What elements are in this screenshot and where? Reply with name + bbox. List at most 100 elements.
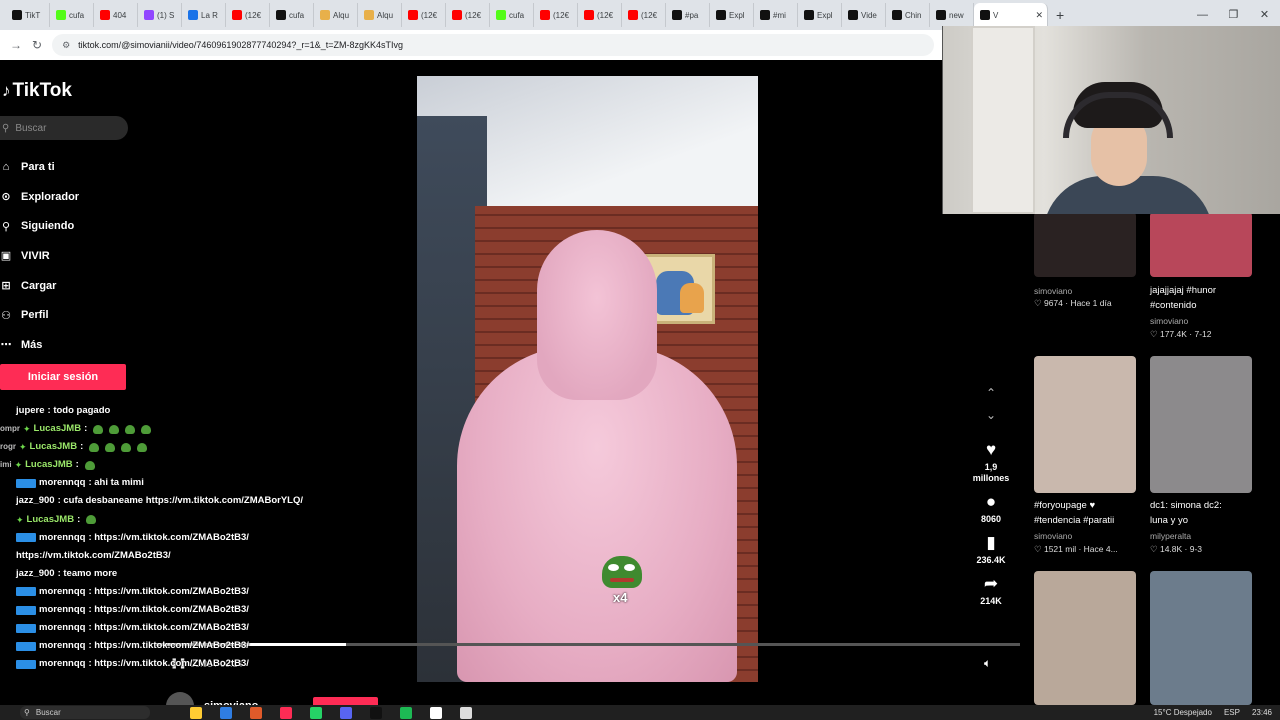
- related-videos-grid: simoviano ♡ 9674 · Hace 1 día jajajjajaj #…: [1020, 212, 1280, 705]
- chat-username[interactable]: morennqq: [39, 583, 85, 601]
- tab-17[interactable]: #mi: [754, 3, 798, 27]
- tab-12[interactable]: (12€: [534, 3, 578, 27]
- video-thumbnail-r1-1[interactable]: [1150, 212, 1252, 277]
- taskbar-app-icon[interactable]: [190, 706, 202, 719]
- tab-20[interactable]: Chin: [886, 3, 930, 27]
- taskbar-app-icon[interactable]: [220, 706, 232, 719]
- video-caption[interactable]: #foryoupage ♥ #tendencia #paratii: [1034, 498, 1114, 528]
- tab-11[interactable]: cufa: [490, 3, 534, 27]
- chat-text: : https://vm.tiktok.com/ZMABo2tB3/: [88, 640, 249, 652]
- forward-arrow-icon[interactable]: →: [10, 38, 22, 52]
- tab-active[interactable]: V ✕: [974, 3, 1048, 27]
- chat-text: : cufa desbaneame https://vm.tiktok.com/…: [57, 495, 304, 507]
- taskbar-app-icon[interactable]: [370, 706, 382, 719]
- tab-16[interactable]: Expl: [710, 3, 754, 27]
- tab-5[interactable]: (12€: [226, 3, 270, 27]
- tab-19[interactable]: Vide: [842, 3, 886, 27]
- taskbar-app-icon[interactable]: [310, 706, 322, 719]
- video-player[interactable]: x4: [417, 76, 758, 682]
- tab-favicon-icon: [760, 10, 770, 20]
- sidebar-item-siguiendo[interactable]: ⚲ Siguiendo: [0, 211, 79, 241]
- tab-favicon-icon: [188, 10, 198, 20]
- video-thumbnail-r1-0[interactable]: [1034, 212, 1136, 277]
- sidebar-item-explorador[interactable]: ⊙ Explorador: [0, 182, 79, 212]
- video-author: simoviano: [1150, 316, 1189, 326]
- tab-7[interactable]: Alqu: [314, 3, 358, 27]
- heart-icon[interactable]: ♥: [986, 440, 996, 460]
- chat-username[interactable]: jazz_900: [16, 492, 55, 510]
- like-action[interactable]: ♥ 1,9 millones: [973, 440, 1010, 484]
- tab-0[interactable]: TikT: [6, 3, 50, 27]
- save-action[interactable]: ▮ 236.4K: [976, 533, 1005, 566]
- taskbar-search[interactable]: ⚲ Buscar: [20, 706, 150, 719]
- tab-10[interactable]: (12€: [446, 3, 490, 27]
- chat-username[interactable]: morennqq: [39, 474, 85, 492]
- chat-username[interactable]: morennqq: [39, 601, 85, 619]
- chat-username[interactable]: LucasJMB: [27, 511, 75, 529]
- chat-username[interactable]: jupere: [16, 402, 45, 420]
- tab-3[interactable]: (1) S: [138, 3, 182, 27]
- language-indicator[interactable]: ESP: [1224, 708, 1240, 717]
- chat-username[interactable]: morennqq: [39, 529, 85, 547]
- share-icon[interactable]: ➦: [984, 574, 998, 594]
- url-field[interactable]: ⚙ tiktok.com/@simovianii/video/746096190…: [52, 34, 934, 56]
- tab-9[interactable]: (12€: [402, 3, 446, 27]
- tab-label: (12€: [641, 10, 658, 20]
- weather-text[interactable]: 15°C Despejado: [1154, 708, 1212, 717]
- reload-icon[interactable]: ↻: [32, 38, 42, 52]
- tab-label: new: [949, 10, 964, 20]
- comment-icon[interactable]: ●: [986, 492, 996, 512]
- tab-1[interactable]: cufa: [50, 3, 94, 27]
- sidebar-item-perfil[interactable]: ⚇ Perfil: [0, 300, 79, 330]
- video-thumbnail-r3-0[interactable]: [1034, 571, 1136, 705]
- chat-username[interactable]: morennqq: [39, 655, 85, 673]
- share-action[interactable]: ➦ 214K: [980, 574, 1002, 607]
- tab-4[interactable]: La R: [182, 3, 226, 27]
- taskbar-app-icon[interactable]: [400, 706, 412, 719]
- chat-badge-icon: [16, 641, 36, 651]
- tab-8[interactable]: Alqu: [358, 3, 402, 27]
- tab-label: Chin: [905, 10, 922, 20]
- site-info-icon[interactable]: ⚙: [62, 40, 70, 51]
- taskbar-app-icon[interactable]: [280, 706, 292, 719]
- taskbar-app-icon[interactable]: [250, 706, 262, 719]
- video-caption[interactable]: jajajjajaj #hunor #contenido: [1150, 283, 1216, 313]
- bookmark-icon[interactable]: ▮: [986, 533, 995, 553]
- chat-username[interactable]: LucasJMB: [25, 456, 73, 474]
- tab-14[interactable]: (12€: [622, 3, 666, 27]
- tab-6[interactable]: cufa: [270, 3, 314, 27]
- video-caption[interactable]: dc1: simona dc2: luna y yo: [1150, 498, 1222, 528]
- tab-2[interactable]: 404: [94, 3, 138, 27]
- new-tab-button[interactable]: +: [1056, 7, 1064, 23]
- login-button[interactable]: Iniciar sesión: [0, 364, 126, 390]
- tab-15[interactable]: #pa: [666, 3, 710, 27]
- chevron-down-icon[interactable]: ⌄: [986, 408, 996, 422]
- chat-username[interactable]: morennqq: [39, 637, 85, 655]
- taskbar-app-icon[interactable]: [460, 706, 472, 719]
- volume-icon[interactable]: 🔈︎: [984, 656, 991, 671]
- search-input[interactable]: ⚲ Buscar: [0, 116, 128, 140]
- tab-21[interactable]: new: [930, 3, 974, 27]
- tab-close-icon[interactable]: ✕: [1035, 10, 1043, 21]
- comment-action[interactable]: ● 8060: [981, 492, 1001, 525]
- sidebar-item-vivir[interactable]: ▣ VIVIR: [0, 241, 79, 271]
- chat-username[interactable]: jazz_900: [16, 565, 55, 583]
- sidebar-item-más[interactable]: ⋯ Más: [0, 330, 79, 360]
- clock[interactable]: 23:46: [1252, 708, 1272, 717]
- taskbar-app-icon[interactable]: [340, 706, 352, 719]
- tiktok-logo[interactable]: ♪ TikTok: [2, 80, 72, 102]
- sidebar-item-para-ti[interactable]: ⌂ Para ti: [0, 152, 79, 182]
- tab-label: (12€: [245, 10, 262, 20]
- chat-username[interactable]: morennqq: [39, 619, 85, 637]
- sidebar-item-cargar[interactable]: ⊞ Cargar: [0, 271, 79, 301]
- video-thumbnail-r3-1[interactable]: [1150, 571, 1252, 705]
- tab-13[interactable]: (12€: [578, 3, 622, 27]
- video-thumbnail-r2-1[interactable]: [1150, 356, 1252, 493]
- chat-username[interactable]: LucasJMB: [34, 420, 82, 438]
- chat-username[interactable]: LucasJMB: [30, 438, 78, 456]
- tab-18[interactable]: Expl: [798, 3, 842, 27]
- taskbar-app-icon[interactable]: [430, 706, 442, 719]
- video-author: simoviano: [1034, 286, 1073, 296]
- chevron-up-icon[interactable]: ⌃: [986, 386, 996, 400]
- video-thumbnail-r2-0[interactable]: [1034, 356, 1136, 493]
